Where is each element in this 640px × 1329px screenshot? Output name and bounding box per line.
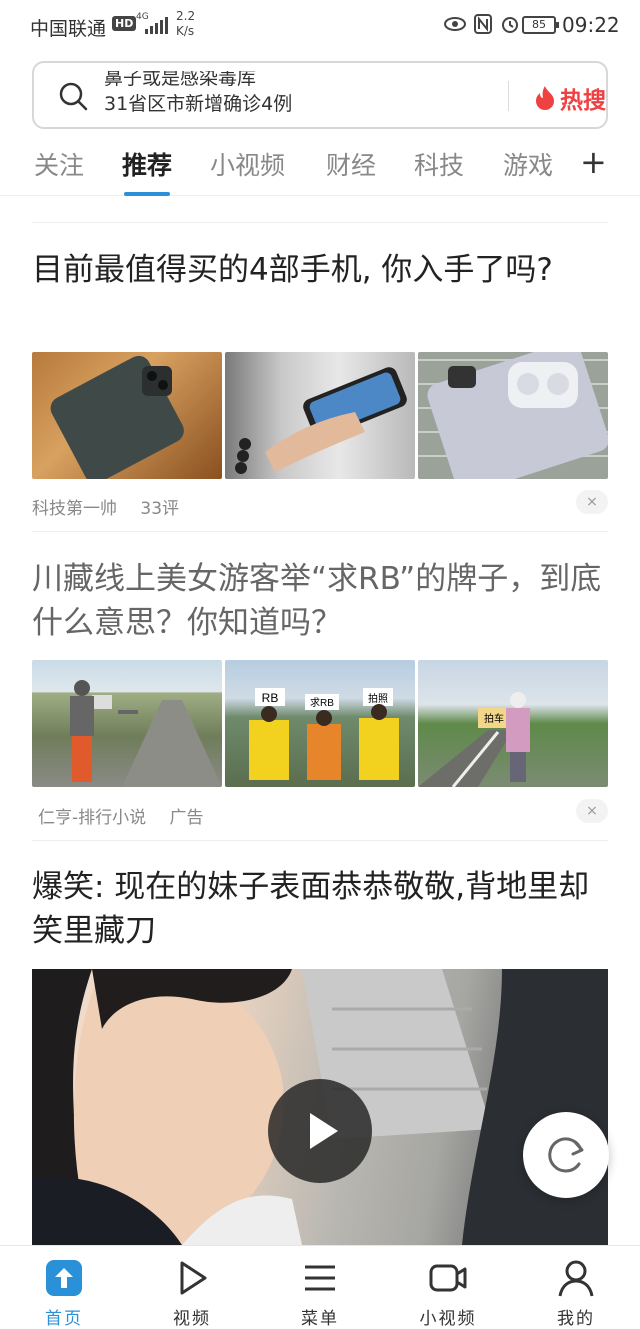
source-name: 科技第一帅: [32, 499, 117, 519]
divider: [32, 531, 608, 532]
tab-recommend[interactable]: 推荐: [122, 146, 172, 182]
source-name: 仁亨-排行小说: [38, 808, 147, 828]
search-suggestion-1: 鼻子或是感染毒库: [104, 71, 257, 89]
tab-short-video[interactable]: 小视频: [210, 146, 285, 182]
alarm-icon: [502, 17, 518, 33]
nav-menu[interactable]: 菜单: [256, 1246, 384, 1329]
menu-icon: [305, 1265, 335, 1291]
nav-menu-label: 菜单: [301, 1309, 339, 1329]
flame-icon: [536, 86, 554, 110]
nfc-icon: [474, 14, 492, 34]
sign-rb: RB: [262, 691, 279, 705]
video-camera-icon: [429, 1264, 467, 1292]
nav-home-label: 首页: [45, 1309, 83, 1329]
feed-item-title[interactable]: 目前最值得买的4部手机, 你入手了吗?: [32, 248, 608, 292]
divider: [32, 840, 608, 841]
feed-item-meta: 科技第一帅 33评 ×: [32, 490, 608, 519]
speed-unit: K/s: [176, 24, 195, 38]
status-icons: [444, 14, 520, 34]
nav-video-label: 视频: [173, 1309, 211, 1329]
sign-photo: 拍照: [368, 692, 388, 705]
search-icon: [59, 82, 88, 111]
feed-item-images[interactable]: RB 求RB 拍照 拍车: [32, 660, 608, 787]
feed-item-images[interactable]: [32, 352, 608, 479]
refresh-button[interactable]: [523, 1112, 609, 1198]
ad-tag: 广告: [169, 808, 204, 828]
tab-finance[interactable]: 财经: [326, 146, 376, 182]
nav-short-video-label: 小视频: [419, 1309, 477, 1329]
user-icon: [558, 1260, 594, 1297]
nav-profile[interactable]: 我的: [512, 1246, 640, 1329]
search-suggestion-2: 31省区市新增确诊4例: [104, 93, 293, 115]
nav-short-video[interactable]: 小视频: [384, 1246, 512, 1329]
channel-tabs: 关注 推荐 小视频 财经 科技 游戏 +: [0, 140, 640, 196]
status-bar: 中国联通 HD 4G 2.2 K/s 85 09:22: [0, 0, 640, 52]
travel-photo-1: [32, 660, 222, 787]
clock: 09:22: [562, 13, 620, 37]
home-arrow-icon: [46, 1260, 82, 1296]
travel-photo-3: 拍车: [418, 660, 608, 787]
phone-photo-2: [225, 352, 415, 479]
signal-icon: [145, 16, 168, 34]
nav-video[interactable]: 视频: [128, 1246, 256, 1329]
hd-badge: HD: [112, 16, 137, 31]
search-rolling-text[interactable]: 鼻子或是感染毒库 31省区市新增确诊4例: [104, 71, 484, 119]
feed-item-meta: 仁亨-排行小说 广告 ×: [32, 799, 608, 828]
dismiss-button[interactable]: ×: [576, 799, 608, 823]
sign-car: 拍车: [484, 712, 504, 725]
refresh-icon: [548, 1137, 584, 1173]
tab-follow[interactable]: 关注: [34, 146, 84, 182]
play-button[interactable]: [268, 1079, 372, 1183]
feed-item-title[interactable]: 川藏线上美女游客举“求RB”的牌子，到底什么意思？你知道吗？: [32, 557, 608, 645]
speed-value: 2.2: [176, 9, 196, 23]
previous-item-remnant: [32, 196, 608, 223]
search-bar[interactable]: 鼻子或是感染毒库 31省区市新增确诊4例 热搜: [32, 61, 608, 129]
add-channel-button[interactable]: +: [580, 146, 607, 178]
tab-games[interactable]: 游戏: [503, 146, 553, 182]
tab-tech[interactable]: 科技: [414, 146, 464, 182]
nav-profile-label: 我的: [557, 1309, 595, 1329]
comment-count: 33评: [140, 499, 180, 519]
battery-icon: 85: [522, 16, 559, 34]
travel-photo-2: RB 求RB 拍照: [225, 660, 415, 787]
hot-search-label: 热搜: [560, 88, 606, 114]
phone-photo-3: [418, 352, 608, 479]
network-speed: 2.2 K/s: [176, 9, 195, 39]
search-divider: [508, 81, 509, 111]
play-icon: [180, 1261, 207, 1295]
bottom-navigation: 首页 视频 菜单 小视频 我的: [0, 1245, 640, 1329]
hot-search-button[interactable]: 热搜: [534, 81, 606, 115]
phone-photo-1: [32, 352, 222, 479]
feed-item-title[interactable]: 爆笑: 现在的妹子表面恭恭敬敬,背地里却笑里藏刀: [32, 865, 608, 953]
carrier-name: 中国联通: [30, 18, 107, 40]
dismiss-button[interactable]: ×: [576, 490, 608, 514]
nav-home[interactable]: 首页: [0, 1246, 128, 1329]
video-thumbnail[interactable]: [32, 969, 608, 1245]
sign-qiu-rb: 求RB: [310, 697, 334, 709]
eye-icon: [444, 17, 466, 31]
